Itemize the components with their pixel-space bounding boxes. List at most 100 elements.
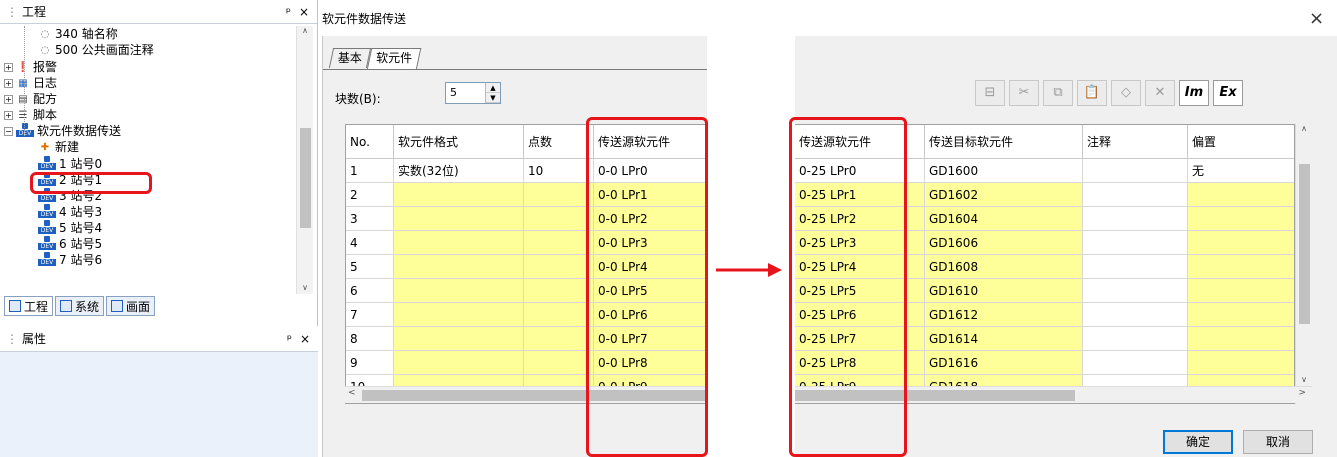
- table-cell[interactable]: [524, 207, 594, 231]
- tree-item[interactable]: DEV 1 站号0: [38, 156, 102, 172]
- expand-icon[interactable]: +: [4, 62, 13, 72]
- clear-icon[interactable]: ◇: [1111, 80, 1141, 106]
- table-cell[interactable]: [524, 279, 594, 303]
- tree-item[interactable]: ✚ 新建: [38, 139, 79, 155]
- table-cell[interactable]: GD1602: [925, 183, 1083, 207]
- table-cell[interactable]: [1083, 279, 1188, 303]
- expand-icon[interactable]: +: [4, 94, 13, 104]
- table-cell[interactable]: [1188, 303, 1294, 327]
- spin-up-icon[interactable]: ▲: [486, 83, 500, 93]
- table-cell[interactable]: [1083, 327, 1188, 351]
- table-cell[interactable]: [524, 183, 594, 207]
- table-cell[interactable]: [1083, 183, 1188, 207]
- table-cell[interactable]: [394, 255, 524, 279]
- table-cell[interactable]: 2: [346, 183, 394, 207]
- table-cell[interactable]: [1188, 255, 1294, 279]
- table-cell[interactable]: [1083, 207, 1188, 231]
- table-cell[interactable]: 4: [346, 231, 394, 255]
- table-cell[interactable]: [524, 351, 594, 375]
- table-cell[interactable]: [1083, 351, 1188, 375]
- paste-icon[interactable]: 📋: [1077, 80, 1107, 106]
- table-cell[interactable]: [524, 303, 594, 327]
- tree-item[interactable]: − DEV 软元件数据传送: [4, 123, 121, 139]
- table-cell[interactable]: 实数(32位): [394, 159, 524, 183]
- pin-icon[interactable]: ᵖ: [286, 5, 291, 19]
- tab-project[interactable]: 工程: [4, 296, 54, 316]
- expand-icon[interactable]: +: [4, 78, 13, 88]
- column-header[interactable]: 点数: [524, 125, 594, 159]
- tab-screen[interactable]: 画面: [106, 296, 156, 316]
- table-cell[interactable]: [394, 231, 524, 255]
- block-count-spinner[interactable]: ▲ ▼: [485, 83, 500, 103]
- cancel-button[interactable]: 取消: [1243, 430, 1313, 454]
- table-cell[interactable]: [524, 255, 594, 279]
- table-cell[interactable]: [394, 207, 524, 231]
- import-icon[interactable]: Im: [1179, 80, 1209, 106]
- tree-item[interactable]: ◌ 340 轴名称: [38, 26, 118, 42]
- table-cell[interactable]: [1083, 231, 1188, 255]
- table-cell[interactable]: [1188, 351, 1294, 375]
- table-cell[interactable]: 5: [346, 255, 394, 279]
- table-cell[interactable]: [394, 327, 524, 351]
- tab-device[interactable]: 软元件: [366, 48, 422, 70]
- table-cell[interactable]: [1188, 183, 1294, 207]
- column-header[interactable]: 传送目标软元件: [925, 125, 1083, 159]
- table-cell[interactable]: 1: [346, 159, 394, 183]
- tree-item[interactable]: + ▦ 日志: [4, 75, 57, 91]
- table-cell[interactable]: [394, 183, 524, 207]
- column-header[interactable]: 注释: [1083, 125, 1188, 159]
- table-cell[interactable]: 7: [346, 303, 394, 327]
- tab-basic[interactable]: 基本: [328, 48, 372, 68]
- table-cell[interactable]: [1188, 327, 1294, 351]
- pin-icon[interactable]: ᵖ: [287, 332, 292, 346]
- table-cell[interactable]: GD1604: [925, 207, 1083, 231]
- table-cell[interactable]: [394, 351, 524, 375]
- table-cell[interactable]: GD1606: [925, 231, 1083, 255]
- dialog-close-button[interactable]: ×: [1309, 8, 1324, 29]
- table-cell[interactable]: GD1612: [925, 303, 1083, 327]
- table-cell[interactable]: [524, 327, 594, 351]
- collapse-icon[interactable]: −: [4, 126, 13, 136]
- table-cell[interactable]: GD1616: [925, 351, 1083, 375]
- tree-item[interactable]: DEV 4 站号3: [38, 204, 102, 220]
- tree-item[interactable]: DEV 6 站号5: [38, 236, 102, 252]
- table-cell[interactable]: [1083, 303, 1188, 327]
- tree-scrollbar[interactable]: ∧ ∨: [296, 26, 313, 294]
- table-cell[interactable]: GD1610: [925, 279, 1083, 303]
- cut-icon[interactable]: ✂: [1009, 80, 1039, 106]
- table-cell[interactable]: GD1600: [925, 159, 1083, 183]
- table-cell[interactable]: [1188, 279, 1294, 303]
- table-cell[interactable]: [1083, 255, 1188, 279]
- table-vscroll-thumb[interactable]: [1299, 164, 1310, 324]
- table-cell[interactable]: 9: [346, 351, 394, 375]
- table-cell[interactable]: GD1608: [925, 255, 1083, 279]
- table-cell[interactable]: 6: [346, 279, 394, 303]
- insert-row-icon[interactable]: ⊟: [975, 80, 1005, 106]
- expand-icon[interactable]: +: [4, 110, 13, 120]
- table-cell[interactable]: 无: [1188, 159, 1294, 183]
- close-icon[interactable]: ×: [299, 5, 309, 19]
- delete-icon[interactable]: ✕: [1145, 80, 1175, 106]
- spin-down-icon[interactable]: ▼: [486, 93, 500, 103]
- table-cell[interactable]: [1188, 207, 1294, 231]
- table-vertical-scrollbar[interactable]: ∧ ∨: [1295, 124, 1312, 404]
- tree-item[interactable]: + ❗ 报警: [4, 59, 57, 75]
- tree-item[interactable]: + ☰ 脚本: [4, 107, 57, 123]
- table-cell[interactable]: 3: [346, 207, 394, 231]
- table-cell[interactable]: [394, 303, 524, 327]
- tree-item[interactable]: ◌ 500 公共画面注释: [38, 42, 154, 58]
- table-cell[interactable]: [524, 231, 594, 255]
- tree-scrollbar-thumb[interactable]: [300, 128, 311, 228]
- export-icon[interactable]: Ex: [1213, 80, 1243, 106]
- tree-item[interactable]: DEV 5 站号4: [38, 220, 102, 236]
- table-cell[interactable]: 8: [346, 327, 394, 351]
- copy-icon[interactable]: ⧉: [1043, 80, 1073, 106]
- tree-item[interactable]: + ▤ 配方: [4, 91, 57, 107]
- table-cell[interactable]: [394, 279, 524, 303]
- table-cell[interactable]: 10: [524, 159, 594, 183]
- column-header[interactable]: 软元件格式: [394, 125, 524, 159]
- table-cell[interactable]: [1188, 231, 1294, 255]
- tab-system[interactable]: 系统: [55, 296, 105, 316]
- project-tree[interactable]: ◌ 340 轴名称 ◌ 500 公共画面注释 + ❗ 报警 + ▦ 日志 + ▤ 配方 + ☰ 脚本 − DEV 软…: [0, 26, 296, 294]
- table-cell[interactable]: GD1614: [925, 327, 1083, 351]
